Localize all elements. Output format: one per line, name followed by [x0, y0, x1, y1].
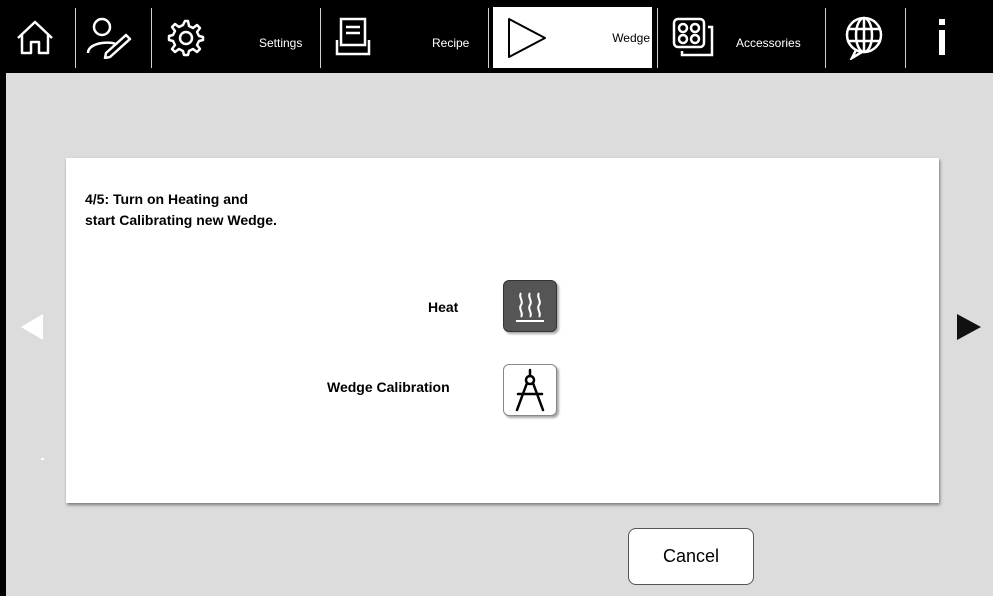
left-arrow-icon	[21, 314, 43, 340]
nav-divider	[825, 8, 826, 68]
recipe-icon	[335, 17, 371, 56]
next-step-button[interactable]	[955, 312, 983, 347]
nav-divider	[151, 8, 152, 68]
gear-icon	[167, 19, 205, 57]
nav-language-button[interactable]	[842, 6, 892, 68]
top-navigation-bar: Settings Recipe Wedge Accessories	[0, 0, 993, 73]
info-icon	[939, 19, 945, 55]
heat-label: Heat	[428, 299, 459, 315]
nav-divider	[488, 8, 489, 68]
heat-icon	[516, 292, 544, 322]
instruction-line-1: 4/5: Turn on Heating and	[85, 191, 249, 207]
user-edit-icon	[86, 17, 132, 59]
nav-divider	[657, 8, 658, 68]
heat-button[interactable]	[503, 280, 557, 332]
nav-wedge-button[interactable]: Wedge	[493, 7, 652, 68]
nav-recipe-button[interactable]: Recipe	[335, 6, 485, 68]
right-arrow-icon	[957, 314, 981, 340]
accessories-icon	[672, 17, 714, 57]
step-instruction: 4/5: Turn on Heating and start Calibrati…	[85, 189, 277, 231]
cancel-button[interactable]: Cancel	[628, 528, 754, 585]
nav-divider	[75, 8, 76, 68]
wedge-calibration-button[interactable]	[503, 364, 557, 416]
nav-user-edit-button[interactable]	[84, 6, 140, 68]
nav-settings-button[interactable]: Settings	[165, 6, 315, 68]
decorative-dot	[41, 458, 44, 460]
nav-accessories-button[interactable]: Accessories	[668, 6, 820, 68]
nav-accessories-label: Accessories	[736, 36, 801, 50]
previous-step-button[interactable]	[19, 312, 45, 347]
instruction-line-2: start Calibrating new Wedge.	[85, 212, 277, 228]
nav-divider	[320, 8, 321, 68]
left-edge-border	[0, 73, 6, 596]
nav-settings-label: Settings	[259, 36, 303, 50]
home-icon	[17, 20, 53, 55]
nav-divider	[905, 8, 906, 68]
nav-info-button[interactable]	[930, 6, 970, 68]
nav-home-button[interactable]	[14, 6, 64, 68]
nav-recipe-label: Recipe	[432, 36, 470, 50]
compass-icon	[515, 368, 545, 412]
globe-icon	[845, 16, 883, 60]
nav-wedge-label: Wedge	[612, 31, 650, 45]
wedge-icon	[508, 18, 546, 58]
wedge-calibration-label: Wedge Calibration	[327, 379, 450, 395]
